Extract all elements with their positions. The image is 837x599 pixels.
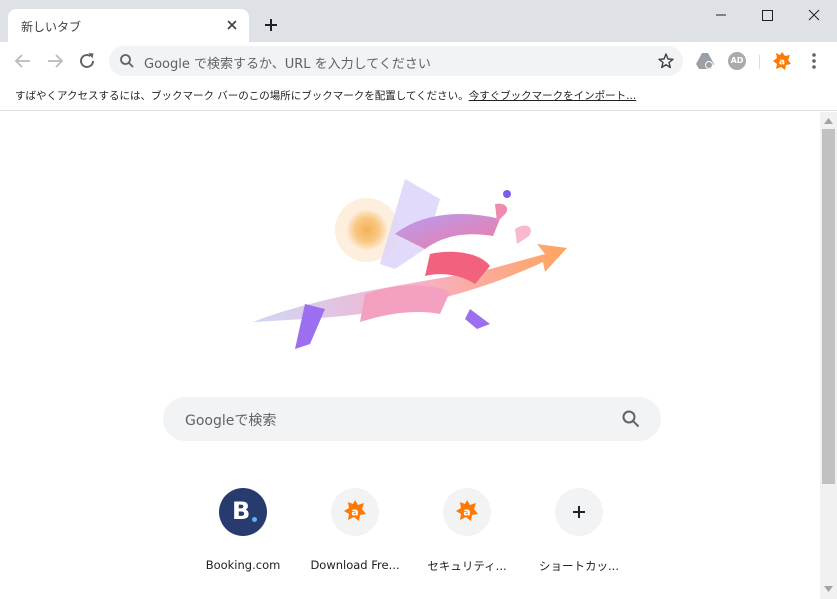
extension-drive-icon[interactable] — [693, 49, 717, 73]
shortcut-tile-booking[interactable]: B Booking.com — [187, 488, 299, 588]
avast-extension-icon[interactable]: a — [770, 49, 794, 73]
adblock-label: AD — [730, 56, 744, 65]
ntp-search-placeholder: Googleで検索 — [185, 413, 277, 429]
toolbar-separator — [759, 55, 760, 69]
booking-logo-icon: B — [219, 488, 267, 536]
forward-arrow-icon[interactable] — [43, 49, 67, 73]
tab-new-tab[interactable]: 新しいタブ — [8, 9, 249, 42]
page-scrollbar[interactable] — [820, 112, 837, 599]
scroll-up-arrow-icon[interactable] — [824, 118, 833, 124]
menu-dots-icon[interactable] — [802, 49, 826, 73]
shortcut-title: ショートカッ... — [539, 559, 619, 573]
bookmarks-bar: すばやくアクセスするには、ブックマーク バーのこの場所にブックマークを配置してく… — [0, 80, 837, 111]
shortcut-title: Booking.com — [205, 558, 281, 572]
new-tab-page: Googleで検索 B Booking.com a Download Fre..… — [0, 112, 820, 599]
adblock-extension-button[interactable]: AD — [725, 49, 749, 73]
maximize-icon[interactable] — [744, 0, 790, 30]
new-tab-plus-icon[interactable] — [259, 13, 283, 37]
shortcut-tile-download[interactable]: a Download Fre... — [299, 488, 411, 588]
shortcut-title: Download Fre... — [310, 558, 400, 572]
avast-logo-icon: a — [331, 488, 379, 536]
tab-title: 新しいタブ — [21, 20, 82, 34]
svg-text:a: a — [463, 506, 470, 519]
reload-icon[interactable] — [75, 49, 99, 73]
svg-text:a: a — [351, 506, 358, 519]
bookmark-star-icon[interactable] — [657, 52, 675, 70]
close-icon[interactable] — [224, 17, 240, 33]
bookmarks-bar-message: すばやくアクセスするには、ブックマーク バーのこの場所にブックマークを配置してく… — [15, 88, 636, 103]
window-close-icon[interactable] — [791, 0, 837, 30]
doodle-runner-illustration — [253, 179, 567, 349]
bookmarks-hint-text: すばやくアクセスするには、ブックマーク バーのこの場所にブックマークを配置してく… — [15, 90, 469, 102]
ntp-search-box[interactable]: Googleで検索 — [163, 397, 661, 441]
plus-icon — [555, 488, 603, 536]
shortcut-title: セキュリティ... — [427, 559, 507, 573]
shortcut-tile-security[interactable]: a セキュリティ... — [411, 488, 523, 588]
toolbar: Google で検索するか、URL を入力してください AD a — [0, 42, 837, 80]
scrollbar-thumb[interactable] — [822, 129, 835, 484]
avast-logo-icon: a — [443, 488, 491, 536]
search-icon — [622, 410, 640, 428]
search-icon — [120, 54, 134, 68]
shortcut-tile-add[interactable]: ショートカッ... — [523, 488, 635, 588]
omnibox-placeholder: Google で検索するか、URL を入力してください — [144, 57, 431, 72]
import-bookmarks-link[interactable]: 今すぐブックマークをインポート... — [469, 90, 637, 102]
scroll-down-arrow-icon[interactable] — [824, 586, 833, 592]
omnibox[interactable]: Google で検索するか、URL を入力してください — [109, 46, 683, 76]
minimize-icon[interactable] — [698, 0, 744, 30]
back-arrow-icon[interactable] — [11, 49, 35, 73]
svg-text:a: a — [779, 58, 785, 68]
title-bar: 新しいタブ — [0, 0, 837, 42]
